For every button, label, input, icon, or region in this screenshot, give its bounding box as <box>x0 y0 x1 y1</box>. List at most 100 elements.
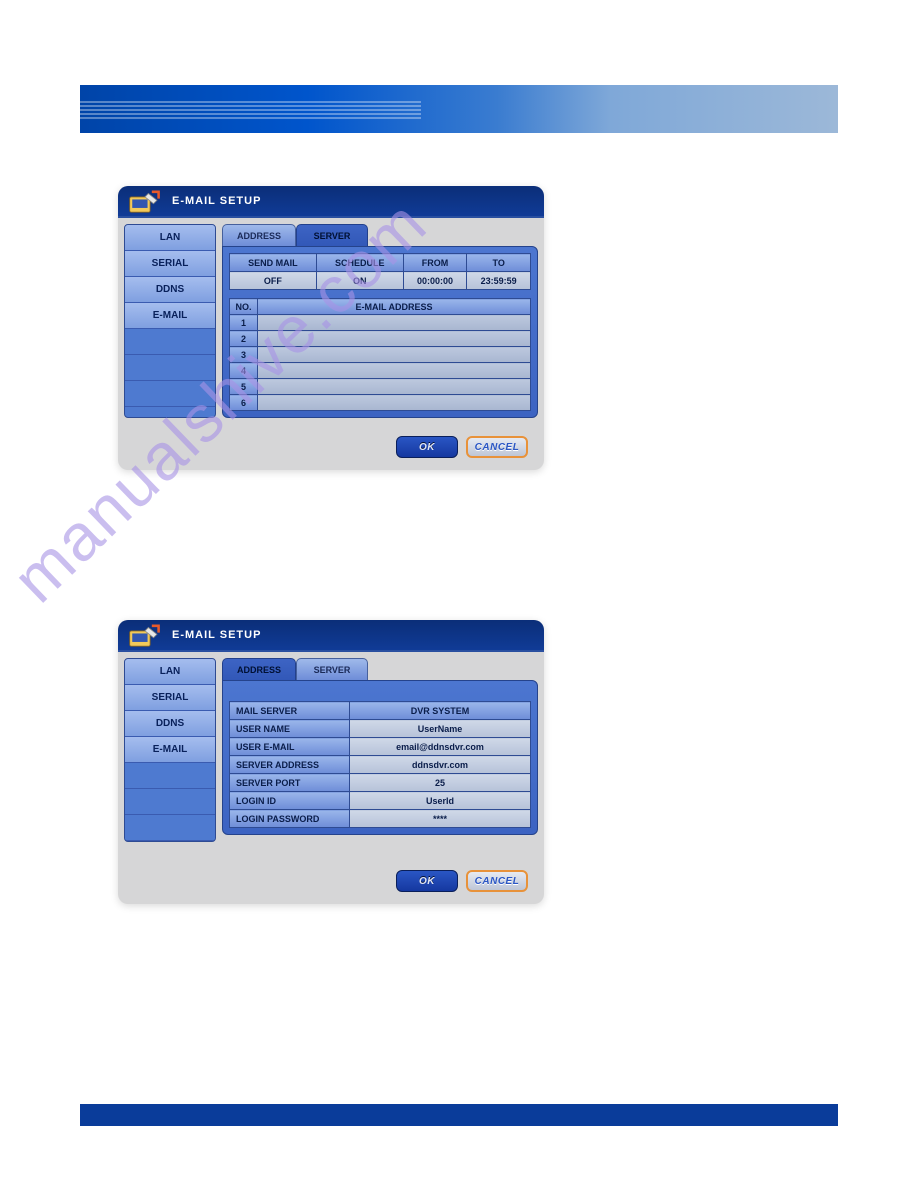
header-text: E-MAIL ADDRESS <box>355 302 432 312</box>
col-send-mail: SEND MAIL <box>230 254 317 272</box>
label-text: USER E-MAIL <box>236 742 295 752</box>
col-email: E-MAIL ADDRESS <box>258 299 531 315</box>
header-text: FROM <box>422 258 449 268</box>
tab-server[interactable]: SERVER <box>296 658 368 680</box>
header-text: TO <box>492 258 504 268</box>
email-cell[interactable] <box>258 379 531 395</box>
sidebar-item-lan[interactable]: LAN <box>125 225 215 251</box>
tools-icon <box>128 622 162 650</box>
row-label: LOGIN PASSWORD <box>230 810 350 828</box>
content-area: ADDRESS SERVER MAIL SERVER DVR SYSTEM US… <box>222 658 538 842</box>
sidebar-blank <box>125 355 215 381</box>
mail-server-value[interactable]: DVR SYSTEM <box>350 702 531 720</box>
label-text: LOGIN ID <box>236 796 276 806</box>
header-text: SCHEDULE <box>335 258 385 268</box>
cell-text: ON <box>353 276 367 286</box>
address-panel: SEND MAIL SCHEDULE FROM TO OFF ON 00:00:… <box>222 246 538 418</box>
tab-server[interactable]: SERVER <box>296 224 368 246</box>
row-no: 6 <box>230 395 258 411</box>
tab-address[interactable]: ADDRESS <box>222 658 296 680</box>
sidebar-item-label: E-MAIL <box>153 310 187 321</box>
val-schedule[interactable]: ON <box>316 272 403 290</box>
email-setup-dialog-address: E-MAIL SETUP LAN SERIAL DDNS E-MAIL ADDR… <box>118 186 544 470</box>
tab-label: SERVER <box>314 665 351 675</box>
sidebar-item-lan[interactable]: LAN <box>125 659 215 685</box>
tab-label: ADDRESS <box>237 231 281 241</box>
row-no: 4 <box>230 363 258 379</box>
col-no: NO. <box>230 299 258 315</box>
value-text: UserId <box>426 796 454 806</box>
tab-label: ADDRESS <box>237 665 281 675</box>
mail-server-label: MAIL SERVER <box>230 702 350 720</box>
value-text: UserName <box>418 724 463 734</box>
value-text: ddnsdvr.com <box>412 760 468 770</box>
sidebar-item-label: SERIAL <box>152 258 189 269</box>
sidebar-item-ddns[interactable]: DDNS <box>125 277 215 303</box>
sidebar-blank <box>125 815 215 841</box>
email-cell[interactable] <box>258 347 531 363</box>
sidebar-item-label: LAN <box>160 232 181 243</box>
cell-text: 5 <box>241 382 246 392</box>
header-text: SEND MAIL <box>248 258 298 268</box>
val-from[interactable]: 00:00:00 <box>403 272 467 290</box>
cell-text: 6 <box>241 398 246 408</box>
col-to: TO <box>467 254 531 272</box>
value-text: email@ddnsdvr.com <box>396 742 484 752</box>
cell-text: 2 <box>241 334 246 344</box>
email-cell[interactable] <box>258 363 531 379</box>
email-cell[interactable] <box>258 315 531 331</box>
value-text: 25 <box>435 778 445 788</box>
sidebar-blank <box>125 329 215 355</box>
sidebar-item-email[interactable]: E-MAIL <box>125 303 215 329</box>
sidebar: LAN SERIAL DDNS E-MAIL <box>124 224 216 418</box>
row-label: SERVER PORT <box>230 774 350 792</box>
ok-button[interactable]: OK <box>396 436 458 458</box>
button-label: OK <box>419 876 435 887</box>
sidebar-item-ddns[interactable]: DDNS <box>125 711 215 737</box>
tab-label: SERVER <box>314 231 351 241</box>
row-value[interactable]: ddnsdvr.com <box>350 756 531 774</box>
email-cell[interactable] <box>258 331 531 347</box>
row-value[interactable]: UserId <box>350 792 531 810</box>
cell-text: 00:00:00 <box>417 276 453 286</box>
server-panel: MAIL SERVER DVR SYSTEM USER NAME UserName… <box>222 680 538 835</box>
col-schedule: SCHEDULE <box>316 254 403 272</box>
val-to[interactable]: 23:59:59 <box>467 272 531 290</box>
content-area: ADDRESS SERVER SEND MAIL SCHEDULE FROM T… <box>222 224 538 418</box>
val-send-mail[interactable]: OFF <box>230 272 317 290</box>
row-value[interactable]: UserName <box>350 720 531 738</box>
cell-text: 1 <box>241 318 246 328</box>
label-text: MAIL SERVER <box>236 706 297 716</box>
row-value[interactable]: **** <box>350 810 531 828</box>
sidebar-item-label: DDNS <box>156 718 184 729</box>
sidebar-blank <box>125 789 215 815</box>
value-text: **** <box>433 814 447 824</box>
sidebar-item-label: LAN <box>160 666 181 677</box>
button-label: CANCEL <box>475 442 520 453</box>
email-setup-dialog-server: E-MAIL SETUP LAN SERIAL DDNS E-MAIL ADDR… <box>118 620 544 904</box>
row-value[interactable]: email@ddnsdvr.com <box>350 738 531 756</box>
ok-button[interactable]: OK <box>396 870 458 892</box>
email-cell[interactable] <box>258 395 531 411</box>
tools-icon <box>128 188 162 216</box>
label-text: USER NAME <box>236 724 290 734</box>
cancel-button[interactable]: CANCEL <box>466 436 528 458</box>
sidebar-item-label: DDNS <box>156 284 184 295</box>
row-value[interactable]: 25 <box>350 774 531 792</box>
row-no: 2 <box>230 331 258 347</box>
sidebar-item-label: SERIAL <box>152 692 189 703</box>
cancel-button[interactable]: CANCEL <box>466 870 528 892</box>
page-footer-band <box>80 1104 838 1126</box>
dialog-titlebar: E-MAIL SETUP <box>118 620 544 652</box>
dialog-title: E-MAIL SETUP <box>172 629 261 641</box>
header-text: NO. <box>235 302 251 312</box>
row-label: USER NAME <box>230 720 350 738</box>
row-no: 3 <box>230 347 258 363</box>
sidebar: LAN SERIAL DDNS E-MAIL <box>124 658 216 842</box>
tab-address[interactable]: ADDRESS <box>222 224 296 246</box>
sidebar-item-serial[interactable]: SERIAL <box>125 685 215 711</box>
sidebar-item-serial[interactable]: SERIAL <box>125 251 215 277</box>
label-text: SERVER PORT <box>236 778 300 788</box>
label-text: LOGIN PASSWORD <box>236 814 319 824</box>
sidebar-item-email[interactable]: E-MAIL <box>125 737 215 763</box>
